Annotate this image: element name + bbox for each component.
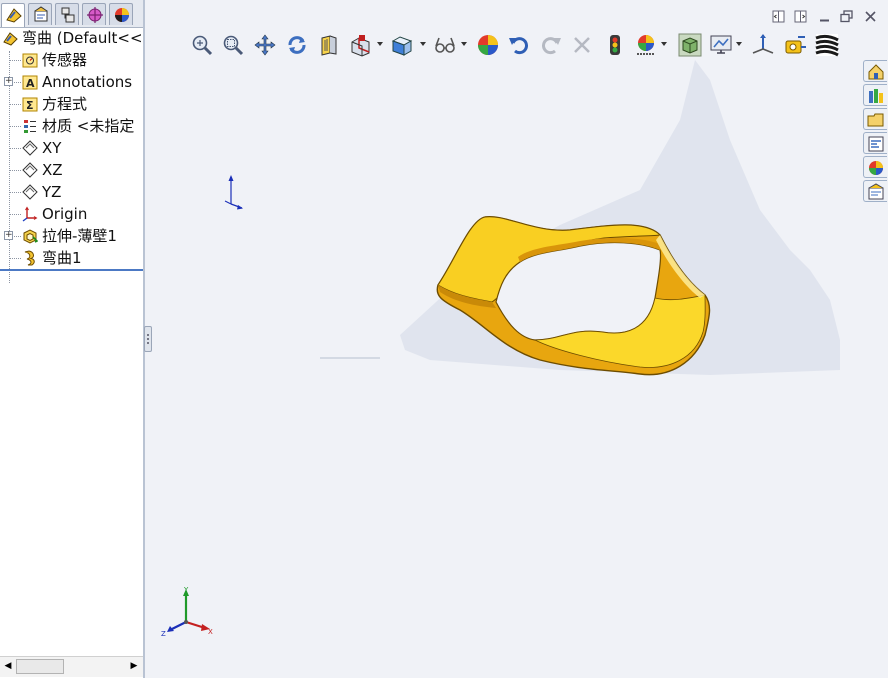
panel-tab-strip <box>0 0 143 28</box>
feature-manager-tab-icon <box>6 8 22 23</box>
display-manager-tab[interactable] <box>109 3 133 25</box>
rotate-button[interactable] <box>283 31 309 59</box>
tree-connector <box>10 104 21 105</box>
dimxpert-tab[interactable] <box>82 3 106 25</box>
tree-item-flex[interactable]: 弯曲1 <box>0 247 143 269</box>
triad-y-label: Y <box>183 586 189 594</box>
pan-icon <box>254 34 276 56</box>
tree-connector <box>10 126 21 127</box>
origin-triad-icon <box>224 175 243 210</box>
zoom-to-area-button[interactable] <box>219 31 245 59</box>
scrollbar-thumb[interactable] <box>16 659 64 674</box>
tree-item-label: 材质 <未指定 <box>42 117 135 135</box>
tree-item-material[interactable]: 材质 <未指定 <box>0 115 143 137</box>
tree-item-label: XY <box>42 139 62 157</box>
svg-text:A: A <box>26 77 35 90</box>
tree-item-annotations[interactable]: + A Annotations <box>0 71 143 93</box>
tree-item-equations[interactable]: Σ 方程式 <box>0 93 143 115</box>
dimxpert-tab-icon <box>87 7 103 23</box>
tree-item-label: XZ <box>42 161 63 179</box>
feature-manager-panel: 弯曲 (Default<< 传感器 + A Annotations Σ 方程式 … <box>0 0 145 678</box>
window-tile-right-icon[interactable] <box>794 8 807 23</box>
material-icon <box>24 120 36 133</box>
tree-connector <box>10 60 21 61</box>
tree-item-label: 方程式 <box>42 95 88 113</box>
equations-icon: Σ <box>22 97 38 112</box>
origin-icon <box>22 206 38 222</box>
scroll-right-arrow-icon[interactable]: ▶ <box>127 659 141 674</box>
tree-connector <box>10 192 21 193</box>
tree-connector <box>10 214 21 215</box>
pan-button[interactable] <box>251 31 277 59</box>
zoom-to-area-icon <box>223 35 244 56</box>
model-part-flex-ring[interactable] <box>310 40 880 400</box>
tree-root-label: 弯曲 (Default<< <box>22 29 143 47</box>
annotations-icon: A <box>22 75 38 90</box>
feature-manager-tab[interactable] <box>1 3 25 27</box>
rotate-icon <box>288 36 306 54</box>
svg-text:Σ: Σ <box>26 99 34 112</box>
tree-item-plane-xz[interactable]: XZ <box>0 159 143 181</box>
plane-icon <box>22 162 38 178</box>
expand-toggle[interactable]: + <box>4 231 13 240</box>
restore-icon[interactable] <box>840 8 853 23</box>
plane-icon <box>22 184 38 200</box>
tree-connector <box>10 258 21 259</box>
triad-x-label: X <box>208 628 213 636</box>
part-icon <box>3 32 18 46</box>
zoom-to-fit-button[interactable] <box>188 31 214 59</box>
view-orientation-triad-icon: Y X Z <box>161 586 213 638</box>
display-manager-tab-icon <box>115 8 129 22</box>
tree-connector <box>10 170 21 171</box>
plane-icon <box>22 140 38 156</box>
tree-item-plane-xy[interactable]: XY <box>0 137 143 159</box>
minimize-icon[interactable] <box>818 8 831 22</box>
tree-item-extrude-thin[interactable]: + 拉伸-薄壁1 <box>0 225 143 247</box>
tree-item-origin[interactable]: Origin <box>0 203 143 225</box>
horizontal-scrollbar[interactable]: ◀ ▶ <box>0 656 143 677</box>
close-icon[interactable] <box>864 8 877 22</box>
tree-root-part[interactable]: 弯曲 (Default<< <box>0 27 143 49</box>
tree-item-label: YZ <box>42 183 62 201</box>
tree-connector <box>10 148 21 149</box>
zoom-to-fit-icon <box>192 35 213 56</box>
property-manager-tab-icon <box>34 6 48 22</box>
tree-item-sensors[interactable]: 传感器 <box>0 49 143 71</box>
sensor-folder-icon <box>22 53 38 68</box>
tree-connector <box>14 82 21 83</box>
feature-tree: 弯曲 (Default<< 传感器 + A Annotations Σ 方程式 … <box>0 27 143 283</box>
flex-feature-icon <box>24 250 35 266</box>
configuration-manager-tab-icon <box>61 7 75 23</box>
scroll-left-arrow-icon[interactable]: ◀ <box>1 659 15 674</box>
tree-item-label: Origin <box>42 205 88 223</box>
tree-divider <box>0 269 143 271</box>
tree-item-label: 拉伸-薄壁1 <box>42 227 117 245</box>
triad-z-label: Z <box>161 630 166 638</box>
configuration-manager-tab[interactable] <box>55 3 79 25</box>
tree-item-label: 传感器 <box>42 51 88 69</box>
property-manager-tab[interactable] <box>28 3 52 25</box>
tree-connector <box>14 236 21 237</box>
window-tile-left-icon[interactable] <box>772 8 785 23</box>
tree-item-plane-yz[interactable]: YZ <box>0 181 143 203</box>
document-window-controls <box>772 8 880 23</box>
tree-item-label: 弯曲1 <box>42 249 82 267</box>
extrude-thin-icon <box>23 229 38 244</box>
expand-toggle[interactable]: + <box>4 77 13 86</box>
tree-item-label: Annotations <box>42 73 133 91</box>
